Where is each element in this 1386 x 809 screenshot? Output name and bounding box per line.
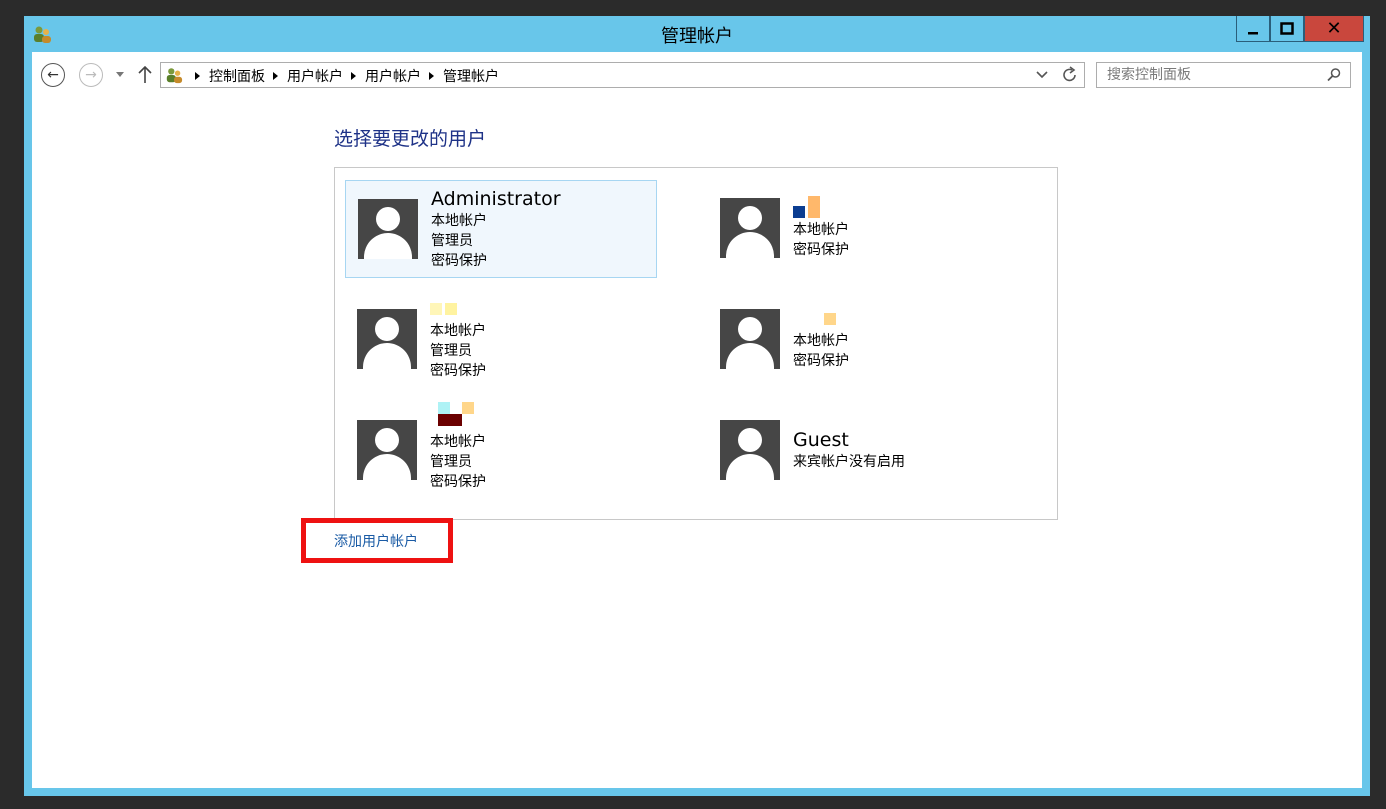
breadcrumb-control-panel[interactable]: 控制面板 <box>209 66 265 86</box>
arrow-right-icon: → <box>85 67 97 83</box>
search-input[interactable] <box>1105 66 1319 84</box>
avatar <box>720 420 780 480</box>
user-name: Guest <box>793 429 849 451</box>
user-card-3[interactable]: 本地帐户 管理员 密码保护 <box>345 291 657 389</box>
chevron-right-icon <box>195 72 200 80</box>
window-title: 管理帐户 <box>661 26 733 47</box>
breadcrumb: 控制面板 用户帐户 用户帐户 管理帐户 <box>187 66 499 86</box>
user-detail: 管理员 <box>430 454 472 470</box>
chevron-right-icon[interactable] <box>429 72 434 80</box>
arrow-left-icon: ← <box>47 67 59 83</box>
user-card-administrator[interactable]: Administrator 本地帐户 管理员 密码保护 <box>345 180 657 278</box>
user-detail: 密码保护 <box>793 353 849 369</box>
user-name-redacted <box>430 297 486 321</box>
user-detail: 本地帐户 <box>793 333 849 349</box>
breadcrumb-user-accounts-sub[interactable]: 用户帐户 <box>365 66 421 86</box>
title-bar[interactable]: 管理帐户 ✕ <box>24 16 1370 52</box>
user-info: 本地帐户 管理员 密码保护 <box>430 402 486 492</box>
user-info: 本地帐户 管理员 密码保护 <box>430 297 486 381</box>
minimize-icon <box>1248 31 1258 34</box>
window-content: ← → 控制面板 用户帐户 用户帐户 管理帐户 搜索控制面板 选择要更改的用户 … <box>32 52 1362 788</box>
user-detail: 本地帐户 <box>793 222 849 238</box>
address-bar-actions <box>1036 65 1078 85</box>
user-detail: 密码保护 <box>430 363 486 379</box>
user-card-guest[interactable]: Guest 来宾帐户没有启用 <box>708 402 1020 500</box>
back-button[interactable]: ← <box>41 63 65 87</box>
user-info: 本地帐户 密码保护 <box>793 196 849 260</box>
breadcrumb-manage-accounts[interactable]: 管理帐户 <box>443 66 499 86</box>
chevron-right-icon[interactable] <box>273 72 278 80</box>
user-card-4[interactable]: 本地帐户 密码保护 <box>708 291 1020 389</box>
user-detail: 密码保护 <box>793 242 849 258</box>
refresh-icon[interactable] <box>1062 65 1078 85</box>
avatar <box>357 309 417 369</box>
avatar <box>358 199 418 259</box>
maximize-icon <box>1280 21 1294 35</box>
chevron-right-icon[interactable] <box>351 72 356 80</box>
user-info: 本地帐户 密码保护 <box>793 307 849 371</box>
user-info: Administrator 本地帐户 管理员 密码保护 <box>431 187 561 271</box>
user-card-2[interactable]: 本地帐户 密码保护 <box>708 180 1020 278</box>
user-detail: 管理员 <box>430 343 472 359</box>
user-detail: 本地帐户 <box>430 323 486 339</box>
search-icon[interactable] <box>1326 67 1342 83</box>
avatar <box>720 198 780 258</box>
avatar <box>720 309 780 369</box>
control-panel-window: 管理帐户 ✕ ← → 控制面板 用户帐户 用户帐户 管理帐户 搜索控制面板 选择… <box>24 16 1370 796</box>
user-detail: 来宾帐户没有启用 <box>793 454 905 470</box>
user-detail: 管理员 <box>431 233 473 249</box>
close-icon: ✕ <box>1326 18 1342 39</box>
search-box[interactable] <box>1096 62 1351 88</box>
avatar <box>357 420 417 480</box>
forward-button[interactable]: → <box>79 63 103 87</box>
user-detail: 本地帐户 <box>430 434 486 450</box>
user-card-5[interactable]: 本地帐户 管理员 密码保护 <box>345 402 657 500</box>
user-name: Administrator <box>431 188 561 210</box>
user-info: Guest 来宾帐户没有启用 <box>793 428 905 472</box>
user-name-redacted <box>430 402 486 432</box>
user-detail: 密码保护 <box>431 253 487 269</box>
address-bar[interactable]: 控制面板 用户帐户 用户帐户 管理帐户 <box>160 62 1085 88</box>
up-arrow-icon[interactable] <box>138 66 152 84</box>
chevron-down-icon[interactable] <box>1036 65 1048 85</box>
close-button[interactable]: ✕ <box>1304 16 1364 42</box>
add-user-account-link[interactable]: 添加用户帐户 <box>334 531 418 551</box>
window-controls: ✕ <box>1236 16 1364 42</box>
navigation-bar: ← → 控制面板 用户帐户 用户帐户 管理帐户 搜索控制面板 <box>32 52 1362 96</box>
user-list: Administrator 本地帐户 管理员 密码保护 本地帐户 密码保护 本地… <box>334 167 1058 520</box>
user-name-redacted <box>793 307 849 331</box>
page-title: 选择要更改的用户 <box>334 128 487 150</box>
user-name-redacted <box>793 196 849 220</box>
breadcrumb-user-accounts[interactable]: 用户帐户 <box>287 66 343 86</box>
maximize-button[interactable] <box>1270 16 1304 42</box>
user-accounts-icon <box>166 68 183 84</box>
user-detail: 密码保护 <box>430 474 486 490</box>
user-detail: 本地帐户 <box>431 213 487 229</box>
minimize-button[interactable] <box>1236 16 1270 42</box>
recent-pages-dropdown-icon[interactable] <box>116 72 124 78</box>
